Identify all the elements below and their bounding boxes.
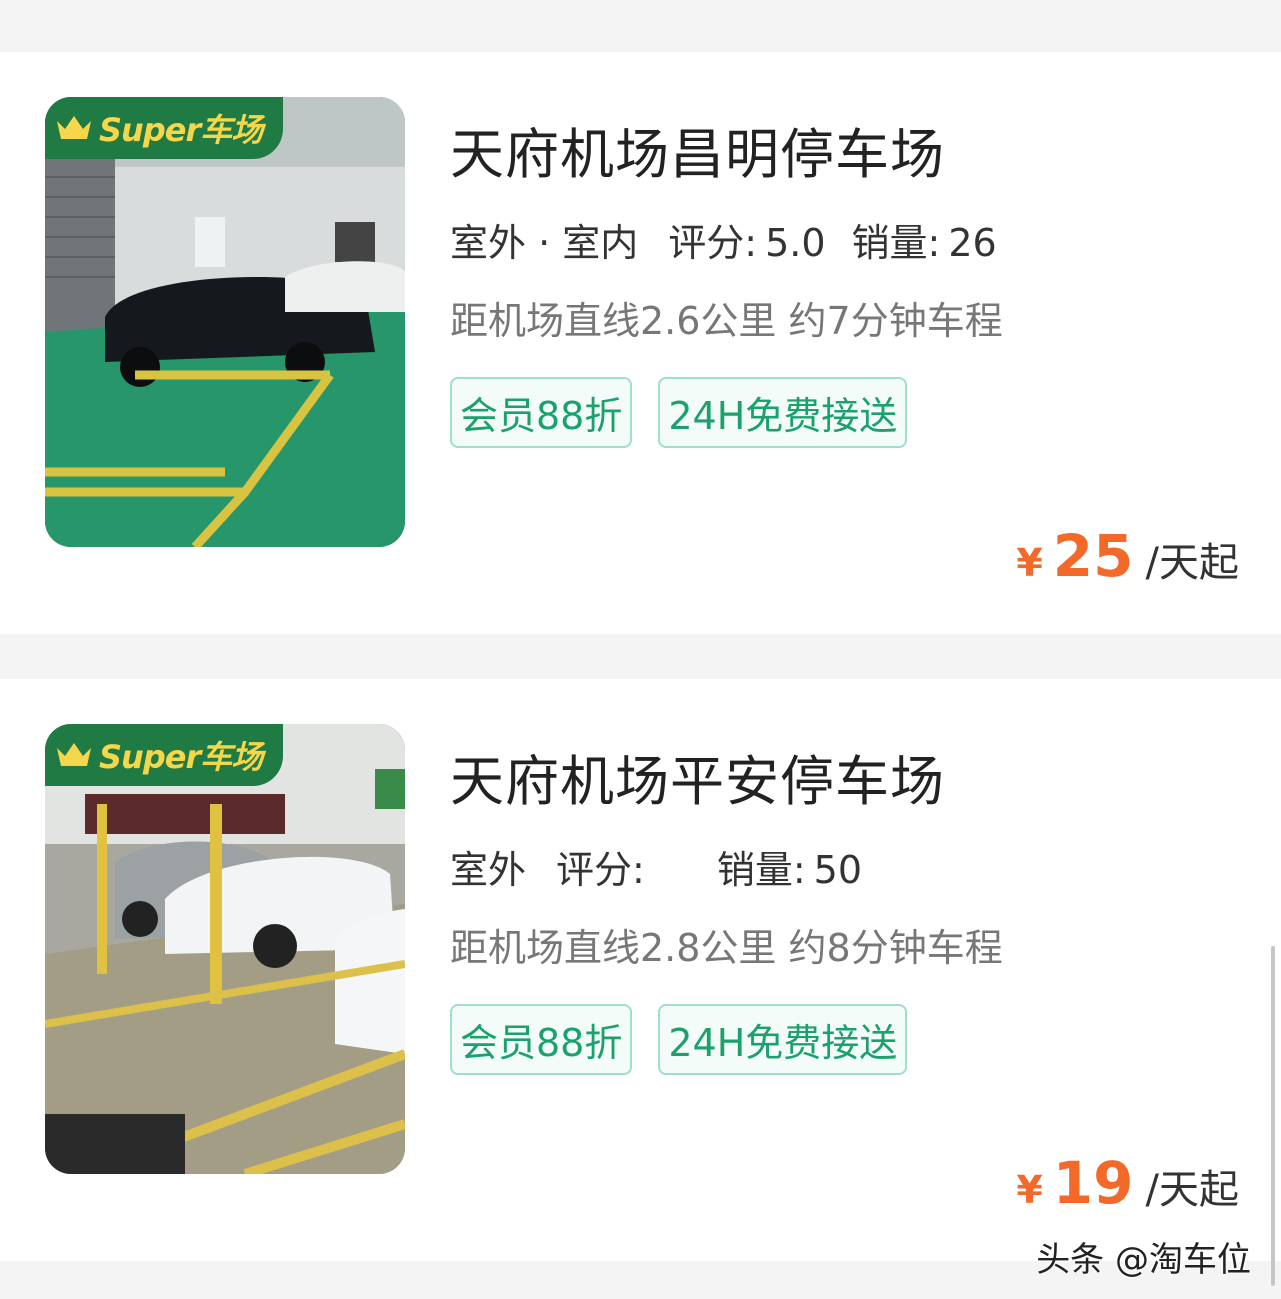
- price-amount: 19: [1052, 1149, 1134, 1217]
- currency-symbol: ¥: [1016, 1168, 1043, 1212]
- currency-symbol: ¥: [1016, 541, 1043, 585]
- parking-lot-card[interactable]: Super车场 天府机场平安停车场 室外 评分: 销量: 50 距机场直线2.8公…: [0, 679, 1281, 1261]
- parking-lot-meta: 室外 评分: 销量: 50: [450, 839, 888, 902]
- tag-member-discount: 会员88折: [450, 1004, 633, 1075]
- tag-free-shuttle: 24H免费接送: [658, 377, 908, 448]
- sales-label: 销量:: [716, 848, 806, 892]
- distance-info: 距机场直线2.8公里 约8分钟车程: [450, 926, 1003, 970]
- distance-info: 距机场直线2.6公里 约7分钟车程: [450, 299, 1003, 343]
- super-lot-badge: Super车场: [45, 724, 283, 786]
- sales-label: 销量:: [851, 221, 941, 265]
- price-amount: 25: [1052, 522, 1134, 590]
- rating: 评分: 5.0: [668, 212, 825, 267]
- sales: 销量: 26: [852, 212, 997, 267]
- rating-label: 评分:: [668, 221, 758, 265]
- crown-icon: [57, 743, 91, 766]
- badge-label: Super车场: [99, 738, 263, 776]
- sales-value: 50: [813, 848, 862, 892]
- parking-lot-name[interactable]: 天府机场平安停车场: [450, 737, 945, 816]
- tag-member-discount: 会员88折: [450, 377, 633, 448]
- price-unit: /天起: [1145, 540, 1239, 586]
- tag-free-shuttle: 24H免费接送: [658, 1004, 908, 1075]
- crown-icon: [57, 116, 91, 139]
- rating-value: 5.0: [765, 221, 826, 265]
- lot-type: 室外 · 室内: [450, 212, 639, 275]
- parking-lot-photo[interactable]: Super车场: [45, 97, 405, 547]
- rating-label: 评分:: [556, 848, 645, 892]
- parking-lot-card[interactable]: Super车场 天府机场昌明停车场 室外 · 室内 评分: 5.0 销量: 26 距…: [0, 52, 1281, 634]
- sales-value: 26: [948, 221, 997, 265]
- watermark: 头条 @淘车位: [1036, 1240, 1251, 1280]
- sales: 销量: 50: [717, 839, 862, 894]
- price: ¥ 19 /天起: [1016, 1149, 1239, 1217]
- parking-lot-meta: 室外 · 室内 评分: 5.0 销量: 26: [450, 212, 1023, 275]
- tag-list: 会员88折 24H免费接送: [450, 1004, 908, 1075]
- super-lot-badge: Super车场: [45, 97, 283, 159]
- badge-label: Super车场: [99, 111, 263, 149]
- lot-type: 室外: [450, 839, 527, 902]
- parking-lot-name[interactable]: 天府机场昌明停车场: [450, 110, 945, 189]
- tag-list: 会员88折 24H免费接送: [450, 377, 908, 448]
- price-unit: /天起: [1145, 1167, 1239, 1213]
- price: ¥ 25 /天起: [1016, 522, 1239, 590]
- rating: 评分:: [556, 839, 653, 894]
- scrollbar[interactable]: [1271, 946, 1275, 1286]
- parking-lot-photo[interactable]: Super车场: [45, 724, 405, 1174]
